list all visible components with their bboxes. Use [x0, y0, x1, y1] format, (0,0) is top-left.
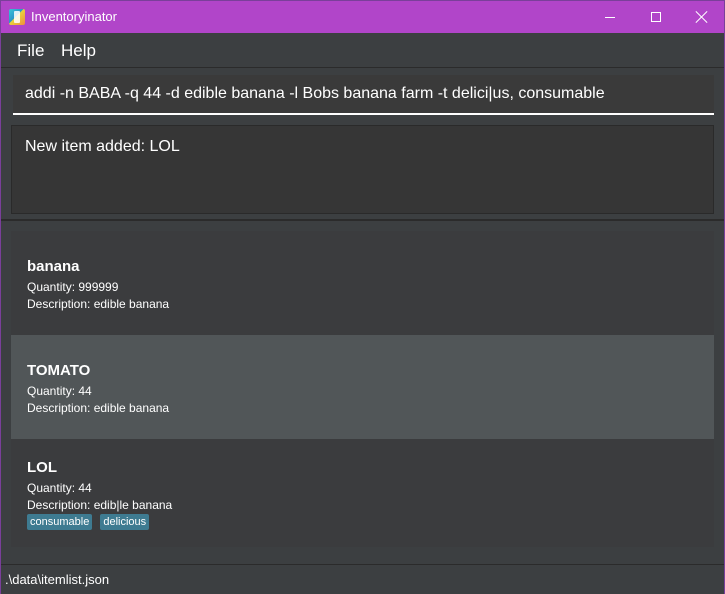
- close-icon: [696, 11, 708, 23]
- save-location-path: .\data\itemlist.json: [5, 572, 110, 587]
- tag-badge: consumable: [27, 514, 93, 530]
- status-bar: .\data\itemlist.json: [1, 564, 724, 594]
- menu-help[interactable]: Help: [61, 41, 96, 61]
- item-card-selected[interactable]: TOMATO Quantity: 44 Description: edible …: [11, 335, 714, 439]
- command-box: [1, 69, 724, 121]
- tag-badge: delicious: [100, 514, 150, 530]
- app-window: Inventoryinator File Help New item added…: [0, 0, 725, 594]
- item-list-panel: banana Quantity: 999999 Description: edi…: [1, 221, 724, 564]
- item-description: Description: edible banana: [27, 401, 170, 415]
- result-message: New item added: LOL: [25, 138, 180, 155]
- item-list[interactable]: banana Quantity: 999999 Description: edi…: [11, 231, 714, 547]
- title-bar[interactable]: Inventoryinator: [1, 1, 724, 33]
- item-card[interactable]: LOL Quantity: 44 Description: edib|le ba…: [11, 439, 714, 546]
- menu-bar: File Help: [1, 33, 724, 68]
- minimize-icon: [605, 16, 615, 18]
- item-quantity: Quantity: 44: [27, 481, 92, 495]
- item-card[interactable]: banana Quantity: 999999 Description: edi…: [11, 231, 714, 335]
- item-description: Description: edible banana: [27, 297, 170, 311]
- command-input[interactable]: [13, 75, 714, 115]
- maximize-icon: [651, 12, 661, 22]
- window-title: Inventoryinator: [31, 9, 117, 24]
- item-description: Description: edib|le banana: [27, 498, 173, 512]
- item-tags: consumable delicious: [27, 514, 150, 530]
- item-name: banana: [27, 258, 80, 275]
- item-name: TOMATO: [27, 362, 91, 379]
- item-name: LOL: [27, 459, 57, 476]
- app-icon: [9, 9, 25, 25]
- item-quantity: Quantity: 44: [27, 384, 92, 398]
- close-button[interactable]: [679, 1, 725, 33]
- minimize-button[interactable]: [587, 1, 633, 33]
- menu-file[interactable]: File: [17, 41, 44, 61]
- maximize-button[interactable]: [633, 1, 679, 33]
- item-quantity: Quantity: 999999: [27, 280, 119, 294]
- result-display[interactable]: New item added: LOL: [11, 125, 714, 214]
